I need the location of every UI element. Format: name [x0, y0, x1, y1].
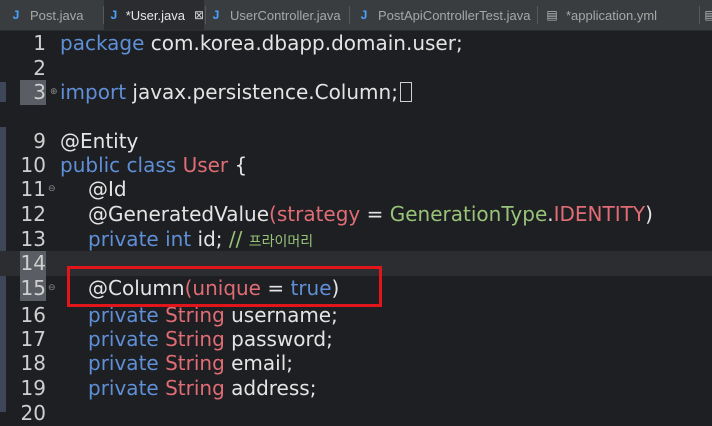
annotation-highlight-box	[67, 266, 382, 307]
code-text: @Entity	[60, 129, 138, 154]
line-number: 1	[33, 31, 46, 55]
line-number: 15	[20, 276, 46, 301]
token: @Entity	[60, 129, 139, 153]
code-line: 1 package com.korea.dbapp.domain.user;	[0, 31, 712, 56]
tab-user-java[interactable]: J *User.java ⊠	[104, 0, 204, 30]
tab-label: *User.java	[125, 7, 185, 23]
code-line: 18 private String email;	[0, 351, 712, 376]
code-line: 19 private String address;	[0, 376, 712, 401]
token: String	[165, 351, 225, 375]
code-text: private String email;	[88, 351, 293, 376]
token: {	[228, 153, 248, 177]
code-text: private String password;	[88, 327, 333, 352]
code-line: 20	[0, 401, 712, 426]
tab-postapicontrollertest-java[interactable]: J PostApiControllerTest.java	[358, 0, 538, 30]
code-text: @GeneratedValue(strategy = GenerationTyp…	[88, 202, 653, 227]
line-number: 12	[20, 202, 46, 226]
code-line: 17 private String password;	[0, 327, 712, 352]
token: javax.persistence.Column;	[126, 80, 398, 104]
token: password;	[224, 327, 333, 351]
line-number: 16	[20, 303, 46, 327]
code-line: 10 public class User {	[0, 153, 712, 178]
yaml-file-icon: ▤	[546, 8, 558, 22]
collapsed-imports-icon[interactable]	[399, 82, 412, 102]
java-file-icon: J	[110, 8, 118, 22]
code-line: 9 @Entity	[0, 129, 712, 154]
token: email;	[224, 351, 294, 375]
token: private	[88, 351, 159, 375]
code-text: private String address;	[88, 376, 316, 401]
line-number: 9	[33, 129, 46, 153]
token: private	[88, 376, 159, 400]
line-number: 20	[20, 401, 46, 425]
fold-icon[interactable]: ⊖	[48, 184, 56, 194]
token: 프라이머리	[248, 234, 314, 250]
tab-label: Post.java	[30, 7, 84, 23]
java-file-icon: J	[12, 8, 20, 22]
tab-usercontroller-java[interactable]: J UserController.java	[210, 0, 350, 30]
token: strategy	[276, 202, 361, 226]
token: address;	[224, 376, 317, 400]
code-line: 2	[0, 56, 712, 81]
fold-icon[interactable]: ⊕	[50, 87, 58, 97]
token: import	[60, 80, 127, 104]
token: //	[228, 227, 249, 251]
line-number: 2	[33, 56, 46, 80]
code-text: import javax.persistence.Column;	[60, 80, 412, 105]
token: com.korea.dbapp.domain.user;	[144, 31, 463, 55]
java-file-icon: J	[360, 8, 368, 22]
token: id;	[191, 227, 229, 251]
line-number: 10	[20, 153, 46, 177]
token: GenerationType	[389, 202, 548, 226]
token: public	[60, 153, 121, 177]
code-text: package com.korea.dbapp.domain.user;	[60, 31, 463, 56]
line-number: 14	[20, 251, 46, 276]
tab-application-yml[interactable]: ▤ *application.yml	[546, 0, 696, 30]
tab-html[interactable]: ▤ he	[704, 0, 712, 30]
tab-divider	[537, 6, 538, 24]
token: User	[182, 153, 229, 177]
line-number: 18	[20, 351, 46, 375]
code-editor[interactable]: 1 package com.korea.dbapp.domain.user; 2…	[0, 31, 712, 425]
code-line: 12 @GeneratedValue(strategy = Generation…	[0, 202, 712, 227]
code-text: @Id	[88, 177, 127, 202]
token: private	[88, 327, 159, 351]
tab-label: PostApiControllerTest.java	[378, 7, 531, 23]
code-line: 11 ⊖ @Id	[0, 177, 712, 202]
fold-icon[interactable]: ⊖	[48, 283, 56, 293]
token: (	[269, 202, 277, 226]
token: String	[165, 327, 225, 351]
token: )	[645, 202, 653, 226]
token: IDENTITY	[553, 202, 646, 226]
code-line: 3 ⊕ import javax.persistence.Column;	[0, 80, 712, 105]
token: =	[360, 202, 390, 226]
token: @Id	[88, 177, 127, 201]
line-number: 17	[20, 327, 46, 351]
tab-label: *application.yml	[566, 7, 658, 23]
close-icon[interactable]: ⊠	[194, 8, 204, 22]
tab-divider	[205, 6, 206, 24]
token: @GeneratedValue	[88, 202, 270, 226]
tab-post-java[interactable]: J Post.java	[10, 0, 102, 30]
token: int	[165, 227, 192, 251]
code-text: public class User {	[60, 153, 247, 178]
token: class	[126, 153, 177, 177]
java-file-icon: J	[212, 8, 220, 22]
html-file-icon: ▤	[704, 8, 712, 22]
tab-divider	[349, 6, 350, 24]
code-line: 13 private int id; // 프라이머리	[0, 227, 712, 252]
tab-divider	[699, 6, 700, 24]
editor-tab-bar: J Post.java J *User.java ⊠ J UserControl…	[0, 0, 712, 31]
token: package	[60, 31, 145, 55]
line-number: 19	[20, 376, 46, 400]
line-number: 3	[20, 80, 46, 105]
line-number: 13	[20, 227, 46, 251]
token: String	[165, 376, 225, 400]
tab-label: UserController.java	[230, 7, 341, 23]
token: private	[88, 227, 159, 251]
line-number: 11	[20, 177, 46, 201]
